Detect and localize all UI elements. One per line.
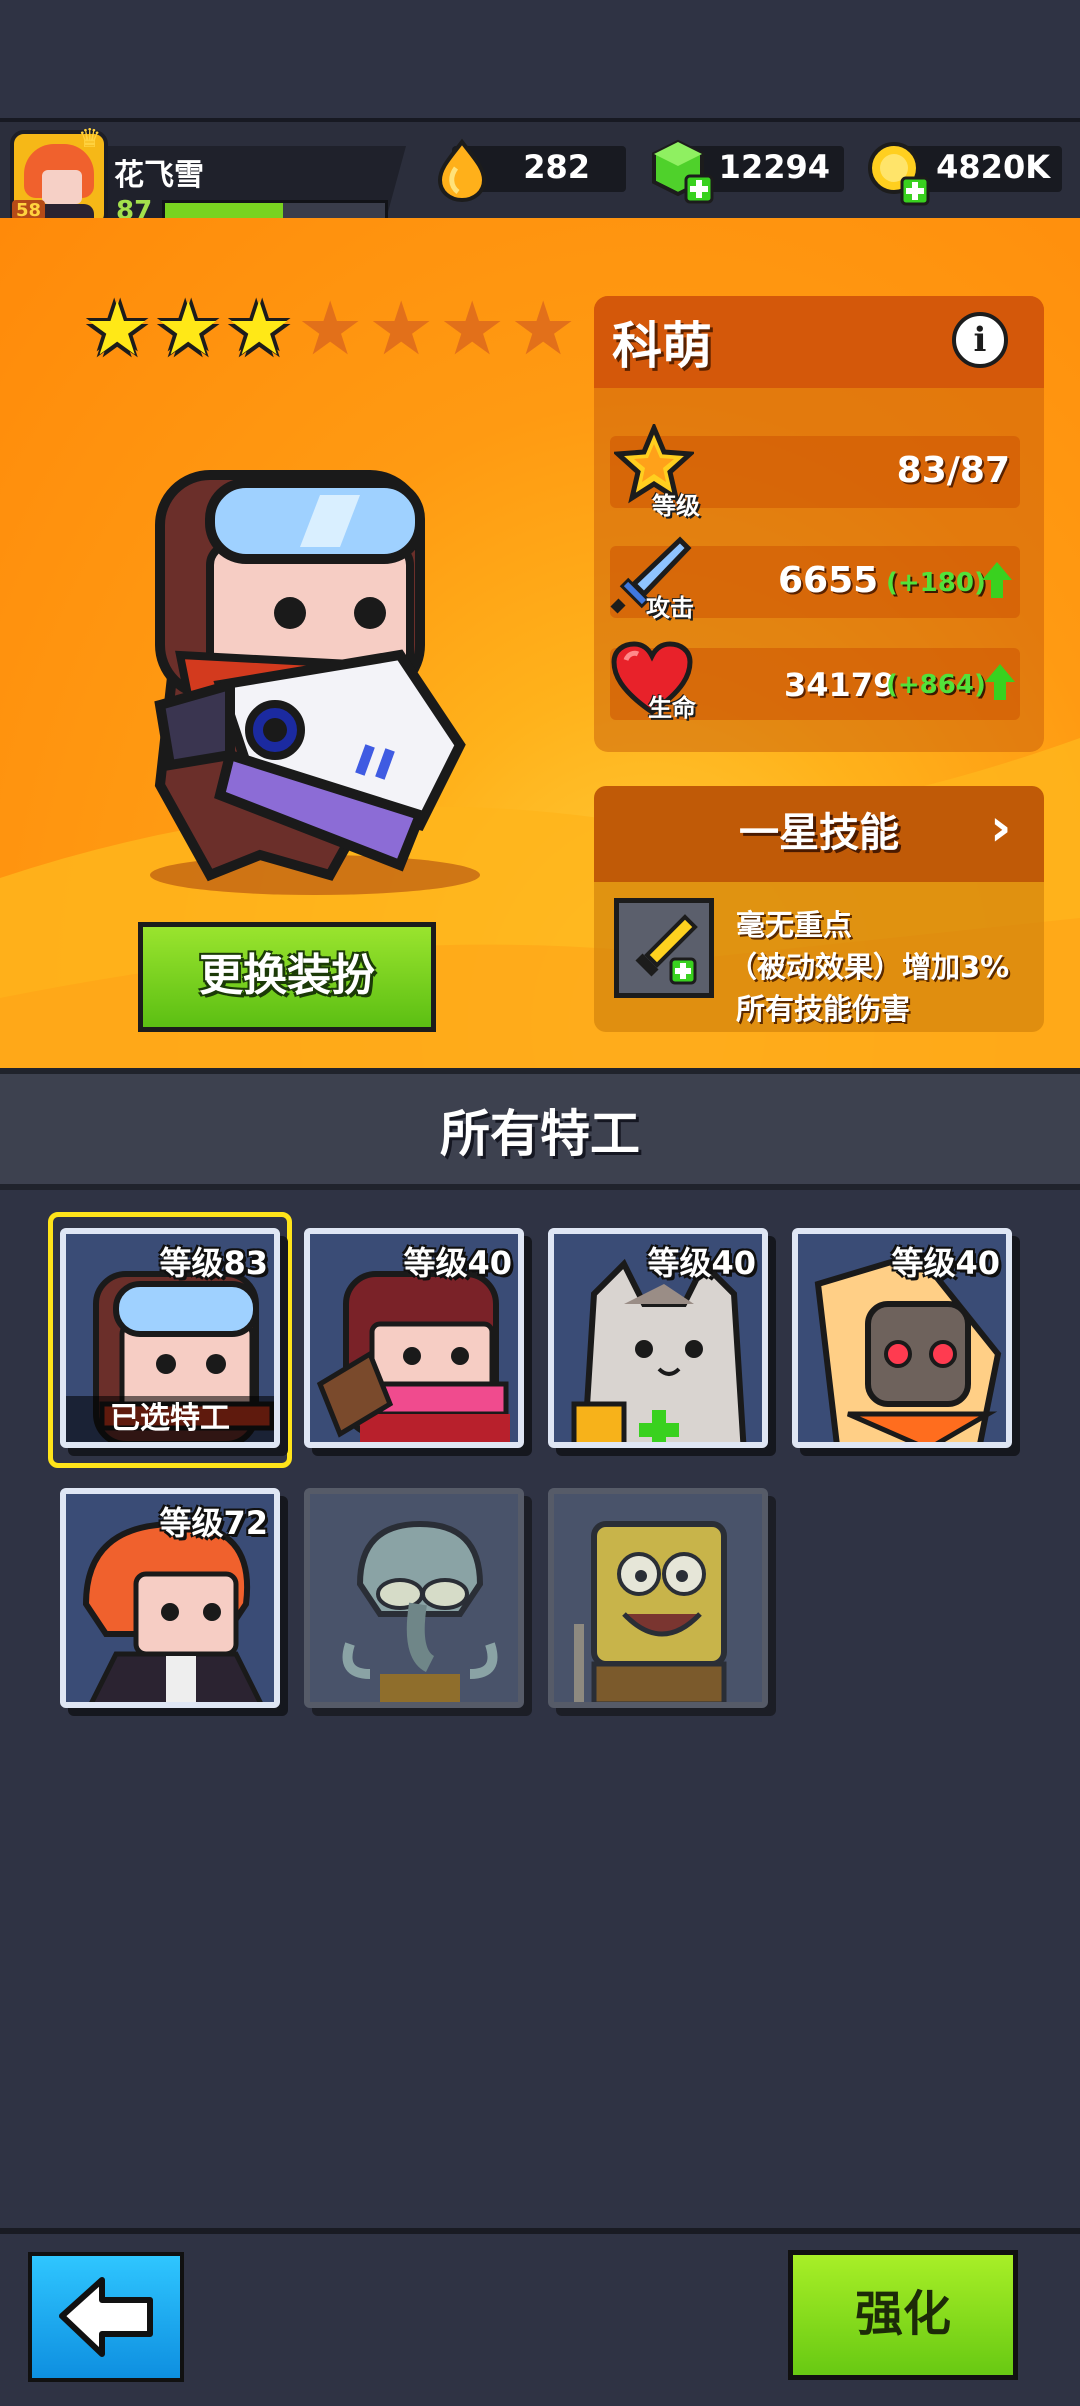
stat-value-hp: 34179	[784, 666, 896, 704]
skill-line-3: 所有技能伤害	[736, 992, 911, 1026]
back-arrow-icon	[59, 2277, 153, 2357]
selected-agent-label: 已选特工	[66, 1396, 274, 1442]
skill-title: 一星技能	[739, 810, 899, 856]
agent-card-4[interactable]: 等级40	[792, 1228, 1012, 1448]
player-name: 花飞雪	[114, 158, 204, 193]
currency-value-coin: 4820K	[936, 148, 1050, 186]
attack-up-arrow-icon	[982, 562, 1012, 580]
star-empty-icon: ★	[510, 286, 577, 372]
currency-value-gem: 12294	[718, 148, 830, 186]
hero-character[interactable]	[120, 455, 500, 895]
stat-bonus-hp: (+864)	[886, 670, 986, 700]
agent-level: 等级72	[159, 1504, 268, 1542]
stat-value-attack: 6655	[778, 560, 879, 601]
info-icon[interactable]: i	[952, 312, 1008, 368]
agent-card-1[interactable]: 等级83 已选特工	[60, 1228, 280, 1448]
agent-card-6-locked[interactable]	[304, 1488, 524, 1708]
agent-card-5[interactable]: 等级72	[60, 1488, 280, 1708]
star-filled-icon: ★	[155, 286, 222, 372]
back-button[interactable]	[28, 2252, 184, 2382]
agent-level: 等级40	[403, 1244, 512, 1282]
stat-label-level: 等级	[652, 492, 700, 520]
agent-level: 等级40	[891, 1244, 1000, 1282]
stat-bonus-attack: (+180)	[886, 568, 986, 598]
star-empty-icon: ★	[368, 286, 435, 372]
agent-level: 等级40	[647, 1244, 756, 1282]
agent-card-2[interactable]: 等级40	[304, 1228, 524, 1448]
star-empty-icon: ★	[439, 286, 506, 372]
agents-section-title: 所有特工	[440, 1105, 640, 1163]
star-empty-icon: ★	[297, 286, 364, 372]
change-skin-button[interactable]: 更换装扮	[138, 922, 436, 1032]
agent-level: 等级83	[159, 1244, 268, 1282]
skill-icon[interactable]	[614, 898, 714, 998]
star-filled-icon: ★	[226, 286, 293, 372]
green-gem-icon[interactable]	[650, 136, 714, 206]
skill-line-1: 毫无重点	[736, 908, 853, 942]
chevron-right-icon[interactable]: ›	[990, 798, 1011, 858]
agent-card-7-locked[interactable]	[548, 1488, 768, 1708]
star-filled-icon: ★	[84, 286, 151, 372]
skill-line-2: （被动效果）增加3%	[728, 950, 1010, 984]
gold-coin-icon[interactable]	[866, 138, 930, 208]
hp-up-arrow-icon	[985, 664, 1015, 682]
hero-name: 科萌	[612, 317, 712, 375]
stat-value-level: 83/87	[896, 450, 1010, 491]
hero-star-rating: ★ ★ ★ ★ ★ ★ ★	[84, 286, 576, 372]
stat-label-attack: 攻击	[646, 594, 694, 622]
upgrade-button[interactable]: 强化	[788, 2250, 1018, 2380]
currency-value-fire: 282	[523, 148, 590, 186]
crown-icon: ♛	[78, 124, 102, 154]
stat-label-hp: 生命	[648, 694, 696, 722]
agent-card-3[interactable]: 等级40	[548, 1228, 768, 1448]
